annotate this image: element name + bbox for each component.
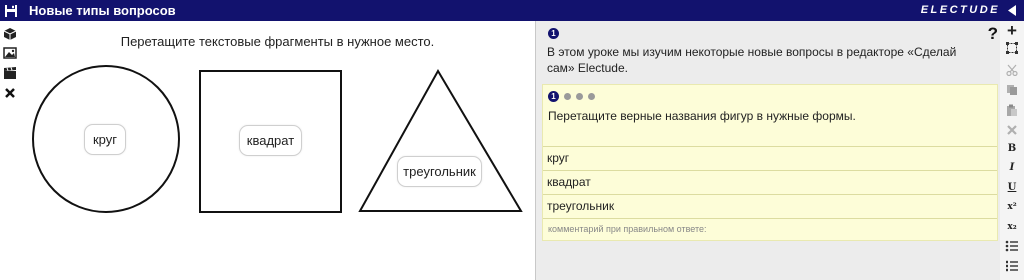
answer-field-triangle[interactable]: треугольник	[543, 194, 997, 217]
correct-answer-comment-field[interactable]: комментарий при правильном ответе:	[543, 218, 997, 240]
image-icon[interactable]	[3, 46, 17, 60]
italic-icon[interactable]: I	[1000, 162, 1024, 173]
delete-icon[interactable]	[1007, 125, 1017, 135]
cube-icon[interactable]	[3, 27, 17, 41]
caret-left-icon[interactable]	[1006, 4, 1018, 17]
superscript-icon[interactable]: x²	[1000, 202, 1024, 212]
underline-icon[interactable]: U	[1000, 182, 1024, 193]
intro-text[interactable]: В этом уроке мы изучим некоторые новые в…	[547, 44, 987, 76]
paste-icon[interactable]	[1006, 104, 1018, 117]
copy-icon[interactable]	[1006, 84, 1018, 96]
subscript-icon[interactable]: x₂	[1000, 222, 1024, 232]
question-text[interactable]: Перетащите верные названия фигур в нужны…	[548, 109, 856, 123]
left-toolbar	[0, 21, 20, 280]
intro-step-badge[interactable]: 1	[548, 28, 559, 39]
drop-label-triangle[interactable]: треугольник	[397, 156, 482, 187]
numbered-list-icon[interactable]	[1005, 260, 1019, 272]
scissors-icon[interactable]	[1006, 64, 1018, 76]
answer-field-circle[interactable]: круг	[543, 146, 997, 169]
step-dot[interactable]	[564, 93, 571, 100]
window-title: Новые типы вопросов	[29, 3, 176, 18]
add-icon[interactable]: +	[1000, 21, 1024, 41]
step-dot[interactable]	[588, 93, 595, 100]
question-step-dots: 1	[548, 91, 595, 102]
title-bar: Новые типы вопросов ELECTUDE	[0, 0, 1024, 21]
bold-icon[interactable]: B	[1000, 143, 1024, 154]
answer-field-square[interactable]: квадрат	[543, 170, 997, 193]
question-box: 1 Перетащите верные названия фигур в нуж…	[542, 84, 998, 241]
right-toolbar: + B I U x² x₂	[1000, 21, 1024, 280]
floppy-disk-icon[interactable]	[0, 0, 21, 21]
question-step-badge[interactable]: 1	[548, 91, 559, 102]
select-area-icon[interactable]	[1006, 42, 1018, 54]
help-icon[interactable]: ?	[988, 24, 998, 44]
drop-label-circle[interactable]: круг	[84, 124, 126, 155]
bulleted-list-icon[interactable]	[1005, 240, 1019, 252]
video-clapper-icon[interactable]	[3, 66, 17, 80]
triangle-shape	[358, 68, 523, 212]
editor-pane: 1 ? В этом уроке мы изучим некоторые нов…	[536, 21, 1000, 280]
step-dot[interactable]	[576, 93, 583, 100]
brand-logo: ELECTUDE	[920, 4, 1000, 16]
close-icon[interactable]	[3, 86, 17, 100]
drop-label-square[interactable]: квадрат	[239, 125, 302, 156]
